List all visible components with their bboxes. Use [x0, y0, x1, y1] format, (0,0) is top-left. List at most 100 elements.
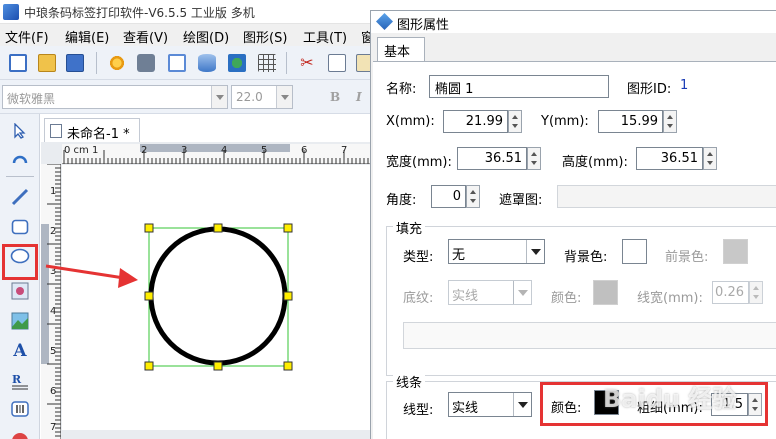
- fill-group-title: 填充: [393, 218, 426, 237]
- print-icon[interactable]: [137, 54, 155, 72]
- line-type-select[interactable]: 实线: [448, 392, 532, 417]
- name-label: 名称:: [386, 82, 417, 97]
- fill-type-label: 类型:: [403, 250, 434, 265]
- rectangle-tool-icon[interactable]: [9, 216, 31, 238]
- texture-select[interactable]: 实线: [448, 280, 532, 305]
- save-icon[interactable]: [66, 54, 84, 72]
- angle-spinner[interactable]: [466, 185, 480, 208]
- palette-separator: [6, 176, 34, 177]
- width-input-value: 36.51: [484, 151, 522, 166]
- tab-basic-label: 基本: [384, 45, 411, 60]
- x-spinner[interactable]: [508, 110, 522, 133]
- width-spinner[interactable]: [527, 147, 541, 170]
- texture-label: 底纹:: [403, 291, 434, 306]
- x-label: X(mm):: [386, 114, 435, 129]
- chevron-down-icon[interactable]: [276, 86, 292, 108]
- bold-button[interactable]: B: [330, 90, 340, 104]
- ruler-h-label: 6: [301, 145, 308, 156]
- angle-input-value: 0: [452, 189, 461, 204]
- menu-draw[interactable]: 绘图(D): [183, 27, 229, 46]
- ruler-v-label: 6: [50, 386, 57, 397]
- width-label: 宽度(mm):: [386, 155, 452, 170]
- y-spinner[interactable]: [663, 110, 677, 133]
- image-tool-icon[interactable]: [9, 280, 31, 302]
- height-input[interactable]: 36.51: [636, 147, 703, 170]
- chevron-down-icon[interactable]: [526, 240, 544, 263]
- resize-handle[interactable]: [213, 361, 223, 371]
- font-size-select[interactable]: 22.0: [231, 85, 293, 109]
- ruler-v-label: 1: [50, 186, 57, 197]
- fill-color-swatch[interactable]: [593, 280, 618, 305]
- toolbar-separator: [286, 52, 287, 74]
- copy-icon[interactable]: [328, 54, 346, 72]
- cut-icon[interactable]: ✂: [298, 54, 316, 72]
- angle-input[interactable]: 0: [431, 185, 466, 208]
- menu-view[interactable]: 查看(V): [123, 27, 168, 46]
- more-tools-icon[interactable]: [9, 426, 31, 439]
- fill-type-value: 无: [452, 248, 466, 263]
- document-tab[interactable]: 未命名-1 *: [44, 118, 140, 142]
- paragraph-text-icon[interactable]: R: [9, 370, 31, 392]
- ellipse-shape[interactable]: [148, 226, 288, 366]
- height-spinner[interactable]: [703, 147, 717, 170]
- resize-handle[interactable]: [144, 291, 154, 301]
- select-pointer-icon[interactable]: [9, 120, 31, 142]
- text-tool-icon[interactable]: A: [9, 340, 31, 362]
- fill-line-width-label: 线宽(mm):: [637, 291, 703, 306]
- name-input[interactable]: 椭圆 1: [429, 75, 609, 98]
- mask-image-label: 遮罩图:: [499, 193, 543, 208]
- italic-button[interactable]: I: [356, 90, 362, 104]
- fill-type-select[interactable]: 无: [448, 239, 545, 264]
- resize-handle[interactable]: [283, 361, 293, 371]
- ruler-v-label: 7: [50, 422, 57, 433]
- horizontal-ruler-ticks: [63, 144, 373, 164]
- svg-text:R: R: [12, 373, 22, 386]
- line-tool-icon[interactable]: [9, 186, 31, 208]
- resize-handle[interactable]: [283, 291, 293, 301]
- width-input[interactable]: 36.51: [457, 147, 527, 170]
- shape-properties-dialog: 图形属性 基本 名称: 椭圆 1 图形ID: 1 X(mm): 21.99 Y(…: [370, 10, 776, 439]
- tab-basic[interactable]: 基本: [377, 37, 425, 61]
- menu-edit[interactable]: 编辑(E): [65, 27, 109, 46]
- dialog-titlebar: 图形属性: [371, 11, 776, 33]
- fill-line-width-spinner[interactable]: [749, 281, 763, 304]
- x-input[interactable]: 21.99: [443, 110, 508, 133]
- height-input-value: 36.51: [660, 151, 698, 166]
- menu-tools[interactable]: 工具(T): [303, 27, 347, 46]
- app-icon: [3, 4, 19, 20]
- resize-handle[interactable]: [144, 223, 154, 233]
- dialog-icon: [376, 13, 393, 30]
- document-icon: [50, 124, 62, 138]
- menu-shape[interactable]: 图形(S): [243, 27, 287, 46]
- menu-file[interactable]: 文件(F): [5, 27, 49, 46]
- resize-handle[interactable]: [144, 361, 154, 371]
- ruler-unit-label: 0 cm 1: [64, 145, 99, 156]
- chevron-down-icon[interactable]: [513, 393, 531, 416]
- fill-color-label: 颜色:: [551, 291, 582, 306]
- settings-gear-icon[interactable]: [108, 54, 126, 72]
- print-preview-icon[interactable]: [168, 54, 186, 72]
- chevron-down-icon[interactable]: [513, 281, 531, 304]
- rotate-tool-icon[interactable]: [9, 148, 31, 170]
- picture-tool-icon[interactable]: [9, 310, 31, 332]
- ruler-h-label: 5: [261, 145, 268, 156]
- name-input-value: 椭圆 1: [435, 82, 474, 97]
- font-family-select[interactable]: 微软雅黑: [2, 85, 228, 109]
- fill-line-width-input[interactable]: 0.26: [712, 281, 749, 304]
- document-tab-label: 未命名-1 *: [67, 127, 130, 142]
- ruler-h-label: 4: [221, 145, 228, 156]
- grid-icon[interactable]: [258, 54, 276, 72]
- y-input-value: 15.99: [620, 114, 658, 129]
- open-folder-icon[interactable]: [38, 54, 56, 72]
- new-document-icon[interactable]: [9, 54, 27, 72]
- barcode-tool-icon[interactable]: [9, 398, 31, 420]
- mask-image-input[interactable]: [557, 185, 776, 208]
- resize-handle[interactable]: [283, 223, 293, 233]
- fill-bg-color-swatch[interactable]: [622, 239, 647, 264]
- fill-fg-color-swatch[interactable]: [723, 239, 748, 264]
- chevron-down-icon[interactable]: [211, 86, 227, 108]
- y-input[interactable]: 15.99: [598, 110, 663, 133]
- database-icon[interactable]: [198, 54, 216, 72]
- resize-handle[interactable]: [213, 223, 223, 233]
- database-connect-icon[interactable]: [228, 54, 246, 72]
